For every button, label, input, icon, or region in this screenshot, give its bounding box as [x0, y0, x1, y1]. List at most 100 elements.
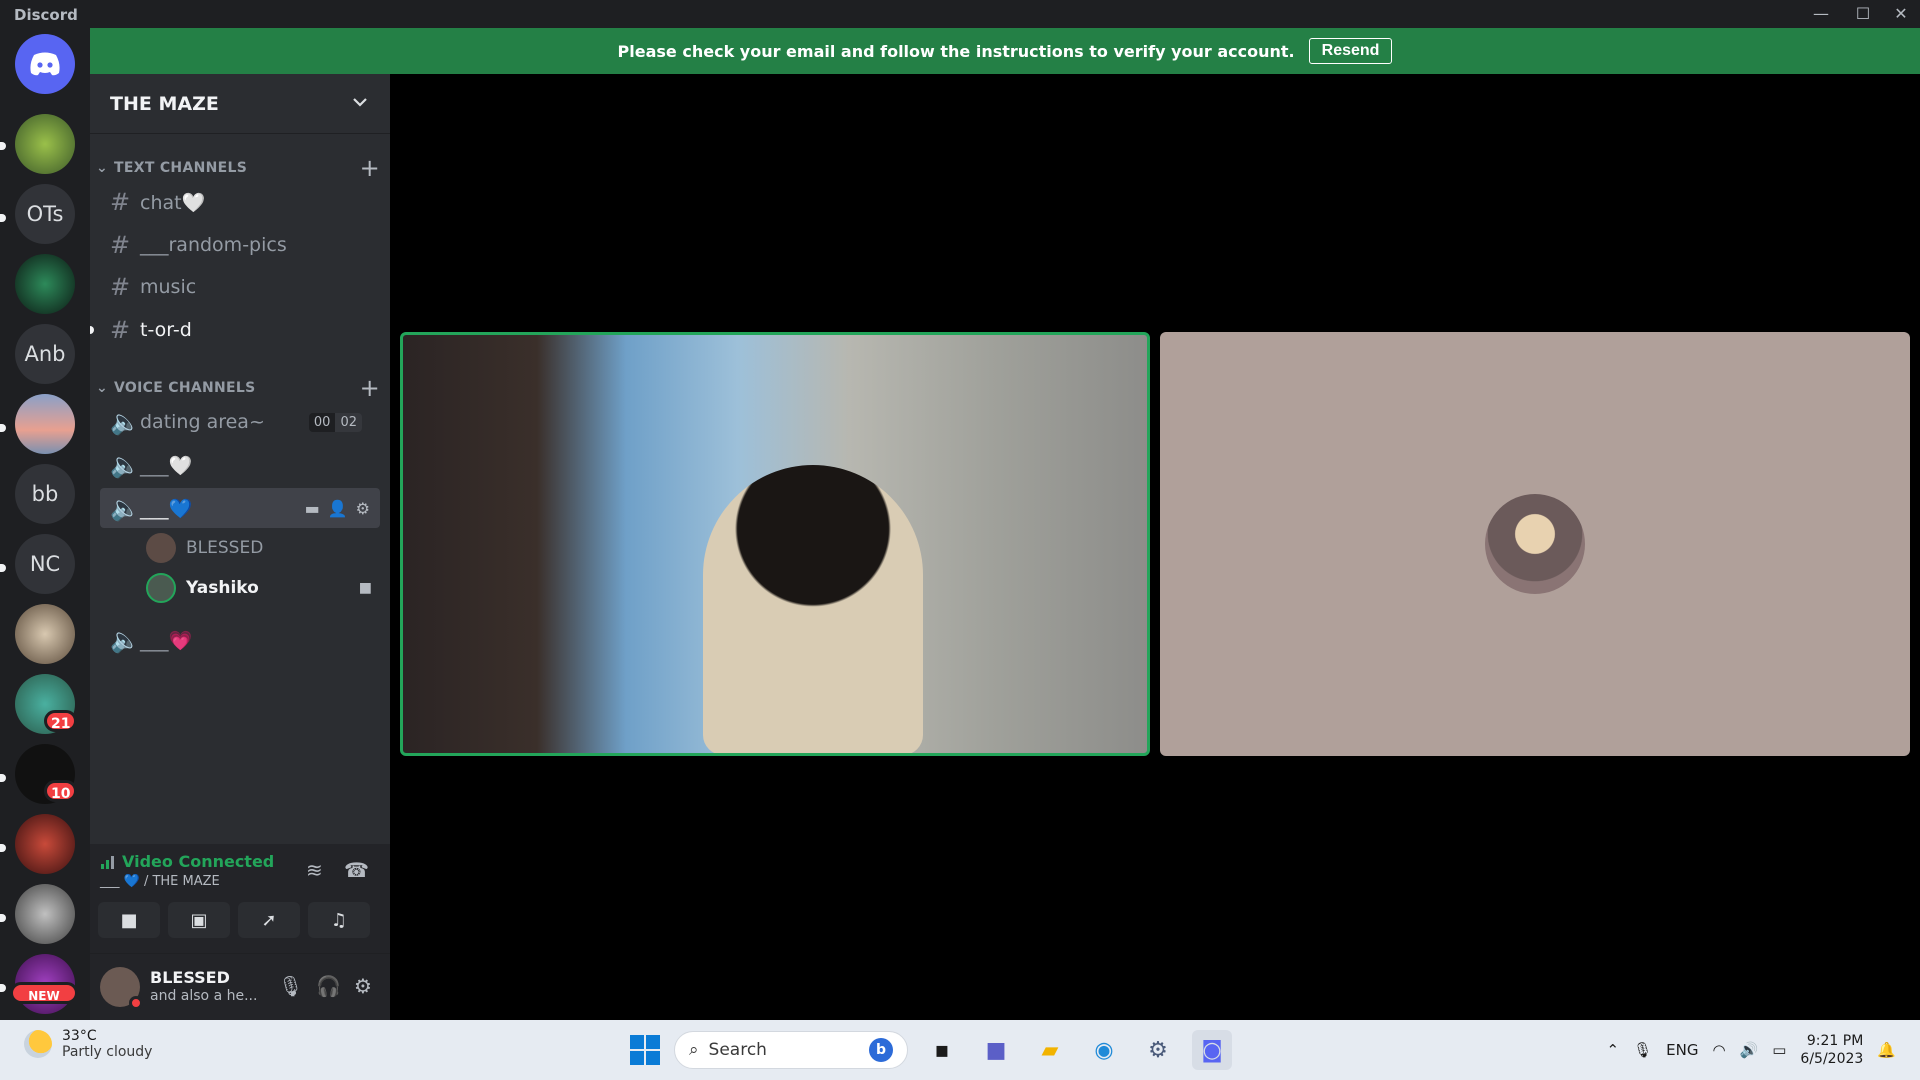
disconnect-icon[interactable]: ☎	[344, 858, 369, 882]
clock[interactable]: 9:21 PM 6/5/2023	[1800, 1032, 1863, 1068]
voice-connection-panel: Video Connected ___ 💙 / THE MAZE ≋ ☎ ■ ▣…	[90, 844, 390, 954]
server-portrait[interactable]	[15, 604, 75, 664]
headphones-icon[interactable]: 🎧	[316, 974, 341, 998]
invite-icon[interactable]: 👤	[328, 499, 348, 518]
chevron-down-icon: ⌄	[96, 380, 109, 396]
edge-icon[interactable]: ◉	[1084, 1030, 1124, 1070]
member-name: BLESSED	[186, 538, 264, 558]
category-label: VOICE CHANNELS	[114, 380, 256, 396]
camera-button[interactable]: ■	[98, 902, 160, 938]
avatar	[146, 573, 176, 603]
microphone-icon[interactable]: 🎙	[1633, 1041, 1652, 1059]
app-title: Discord	[14, 6, 78, 24]
resend-button[interactable]: Resend	[1308, 38, 1393, 64]
taskbar-apps: ⌕ Search b ▪ ■ ▰ ◉ ⚙ ◙	[630, 1028, 1232, 1072]
channel-t-or-d[interactable]: # t-or-d	[100, 310, 380, 350]
category-label: TEXT CHANNELS	[114, 160, 248, 176]
add-channel-icon[interactable]: +	[360, 154, 380, 182]
video-stage	[390, 74, 1920, 1020]
text-channels-category[interactable]: ⌄ TEXT CHANNELS +	[96, 154, 384, 182]
server-header[interactable]: THE MAZE	[90, 74, 390, 134]
voice-channel-dating-area[interactable]: 🔈 dating area~ 00 02	[100, 402, 380, 442]
server-anb[interactable]: Anb	[15, 324, 75, 384]
bing-icon[interactable]: b	[869, 1038, 893, 1062]
channel-music[interactable]: # music	[100, 267, 380, 307]
channel-sidebar: THE MAZE ⌄ TEXT CHANNELS + # chat🤍 # ___ra…	[90, 74, 390, 1020]
mention-badge: 21	[44, 710, 78, 732]
channel-label: ___💗	[140, 629, 193, 652]
notification-icon[interactable]: 🔔	[1877, 1041, 1896, 1059]
server-aliens-on-earth[interactable]	[15, 254, 75, 314]
user-panel: BLESSED and also a he... 🎙 🎧 ⚙	[90, 954, 390, 1020]
language-indicator[interactable]: ENG	[1666, 1041, 1698, 1059]
maximize-button[interactable]: ☐	[1850, 4, 1876, 24]
discord-taskbar-icon[interactable]: ◙	[1192, 1030, 1232, 1070]
voice-status-label: Video Connected	[122, 852, 275, 871]
channel-label: dating area~	[140, 411, 265, 433]
volume-icon[interactable]: 🔊	[1740, 1041, 1759, 1059]
channel-random-pics[interactable]: # ___random-pics	[100, 225, 380, 265]
chat-icon[interactable]: ▬	[305, 499, 320, 518]
chevron-down-icon	[353, 98, 367, 107]
speaker-icon: 🔈	[110, 494, 140, 522]
chevron-up-icon[interactable]: ⌃	[1607, 1041, 1620, 1059]
video-tile-yashiko[interactable]	[400, 332, 1150, 756]
soundboard-button[interactable]: ♫	[308, 902, 370, 938]
voice-status[interactable]: Video Connected	[100, 852, 274, 871]
title-bar: Discord — ☐ ✕	[0, 0, 1920, 28]
video-tile-blessed[interactable]	[1160, 332, 1910, 756]
server-ots[interactable]: OTs	[15, 184, 75, 244]
server-bb[interactable]: bb	[15, 464, 75, 524]
taskbar-search[interactable]: ⌕ Search b	[674, 1031, 908, 1069]
speaker-icon: 🔈	[110, 408, 140, 436]
username[interactable]: BLESSED	[150, 968, 230, 987]
server-rail: OTs Anb bb NC 21 10 NEW	[0, 28, 90, 1020]
mention-badge: 10	[44, 780, 78, 802]
user-avatar[interactable]	[100, 967, 143, 1010]
start-button[interactable]	[630, 1035, 660, 1065]
hash-icon: #	[110, 188, 131, 216]
search-icon: ⌕	[689, 1040, 699, 1060]
screen-share-button[interactable]: ▣	[168, 902, 230, 938]
server-icon[interactable]	[15, 114, 75, 174]
add-channel-icon[interactable]: +	[360, 374, 380, 402]
gear-icon[interactable]: ⚙	[356, 499, 370, 518]
microphone-icon[interactable]: 🎙	[278, 974, 303, 998]
server-bw[interactable]	[15, 884, 75, 944]
channel-label: ___random-pics	[140, 234, 287, 256]
voice-member[interactable]: BLESSED	[146, 530, 380, 566]
activities-button[interactable]: ➚	[238, 902, 300, 938]
search-placeholder: Search	[708, 1040, 767, 1060]
channel-label: t-or-d	[140, 319, 192, 341]
teams-icon[interactable]: ■	[976, 1030, 1016, 1070]
discord-home-button[interactable]	[15, 34, 75, 94]
voice-channels-category[interactable]: ⌄ VOICE CHANNELS +	[96, 374, 384, 402]
channel-chat[interactable]: # chat🤍	[100, 182, 380, 222]
noise-suppression-icon[interactable]: ≋	[306, 858, 323, 882]
close-button[interactable]: ✕	[1888, 4, 1914, 24]
camera-icon: ■	[358, 580, 372, 596]
signal-icon	[101, 855, 114, 869]
settings-icon[interactable]: ⚙	[1138, 1030, 1178, 1070]
windows-taskbar: 33°C Partly cloudy ⌕ Search b ▪ ■ ▰ ◉ ⚙ …	[0, 1020, 1920, 1080]
battery-icon[interactable]: ▭	[1772, 1041, 1786, 1059]
custom-status: and also a he...	[150, 988, 258, 1004]
gear-icon[interactable]: ⚙	[354, 974, 372, 998]
voice-channel-white-heart[interactable]: 🔈 ___🤍	[100, 445, 380, 485]
voice-channel-blue-heart[interactable]: 🔈 ___💙 ▬ 👤 ⚙	[100, 488, 380, 528]
voice-location[interactable]: ___ 💙 / THE MAZE	[100, 874, 220, 889]
voice-channel-pink-heart[interactable]: 🔈 ___💗	[100, 620, 380, 660]
server-w[interactable]	[15, 814, 75, 874]
user-limit-counter: 00 02	[308, 412, 362, 432]
server-sunset[interactable]	[15, 394, 75, 454]
task-view-icon[interactable]: ▪	[922, 1030, 962, 1070]
server-name: THE MAZE	[110, 92, 219, 115]
voice-member[interactable]: Yashiko ■	[146, 570, 380, 606]
minimize-button[interactable]: —	[1808, 4, 1834, 24]
channel-label: ___💙	[140, 497, 193, 520]
weather-widget[interactable]: 33°C Partly cloudy	[24, 1028, 152, 1060]
time: 9:21 PM	[1806, 1033, 1864, 1049]
server-nc[interactable]: NC	[15, 534, 75, 594]
file-explorer-icon[interactable]: ▰	[1030, 1030, 1070, 1070]
wifi-icon[interactable]: ◠	[1712, 1041, 1725, 1059]
